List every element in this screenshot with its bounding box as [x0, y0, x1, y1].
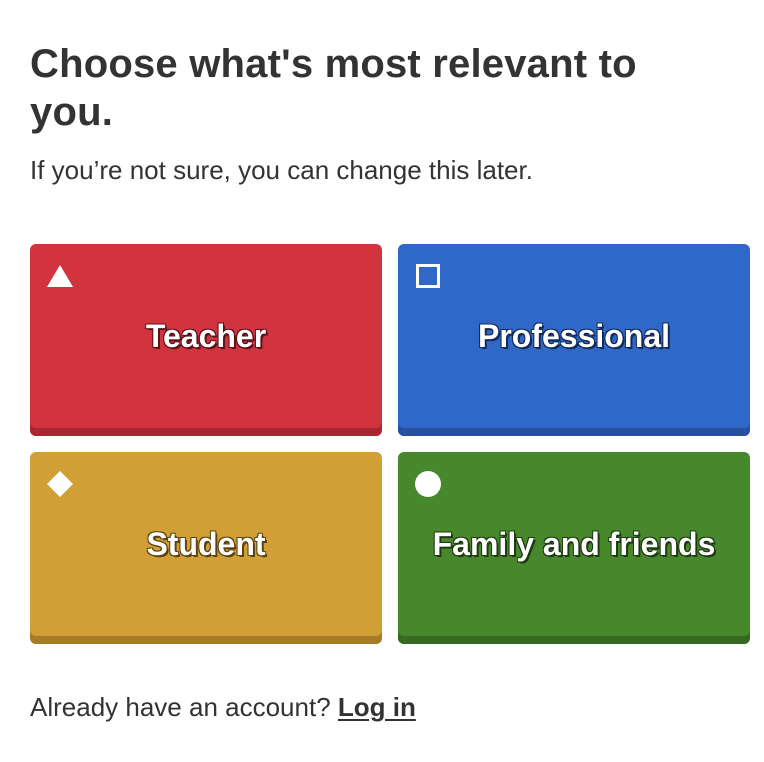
- option-student-button[interactable]: Student: [30, 452, 382, 644]
- option-family-and-friends-button[interactable]: Family and friends: [398, 452, 750, 644]
- account-type-page: Choose what's most relevant to you. If y…: [30, 40, 750, 722]
- login-prompt-text: Already have an account?: [30, 692, 331, 722]
- option-professional-label: Professional: [477, 317, 671, 354]
- option-family-and-friends-label: Family and friends: [432, 525, 716, 562]
- option-teacher-button[interactable]: Teacher: [30, 244, 382, 436]
- option-student-label: Student: [146, 525, 266, 562]
- square-icon: [416, 264, 440, 288]
- page-title: Choose what's most relevant to you.: [30, 42, 637, 134]
- option-professional-button[interactable]: Professional: [398, 244, 750, 436]
- diamond-icon: [47, 471, 73, 497]
- triangle-icon: [47, 265, 73, 287]
- login-prompt: Already have an account? Log in: [30, 690, 416, 724]
- circle-icon: [415, 471, 441, 497]
- option-teacher-label: Teacher: [145, 317, 267, 354]
- page-subtitle: If you’re not sure, you can change this …: [30, 155, 533, 185]
- account-type-options: Teacher Professional Student Family and …: [30, 244, 750, 644]
- login-link[interactable]: Log in: [338, 692, 416, 722]
